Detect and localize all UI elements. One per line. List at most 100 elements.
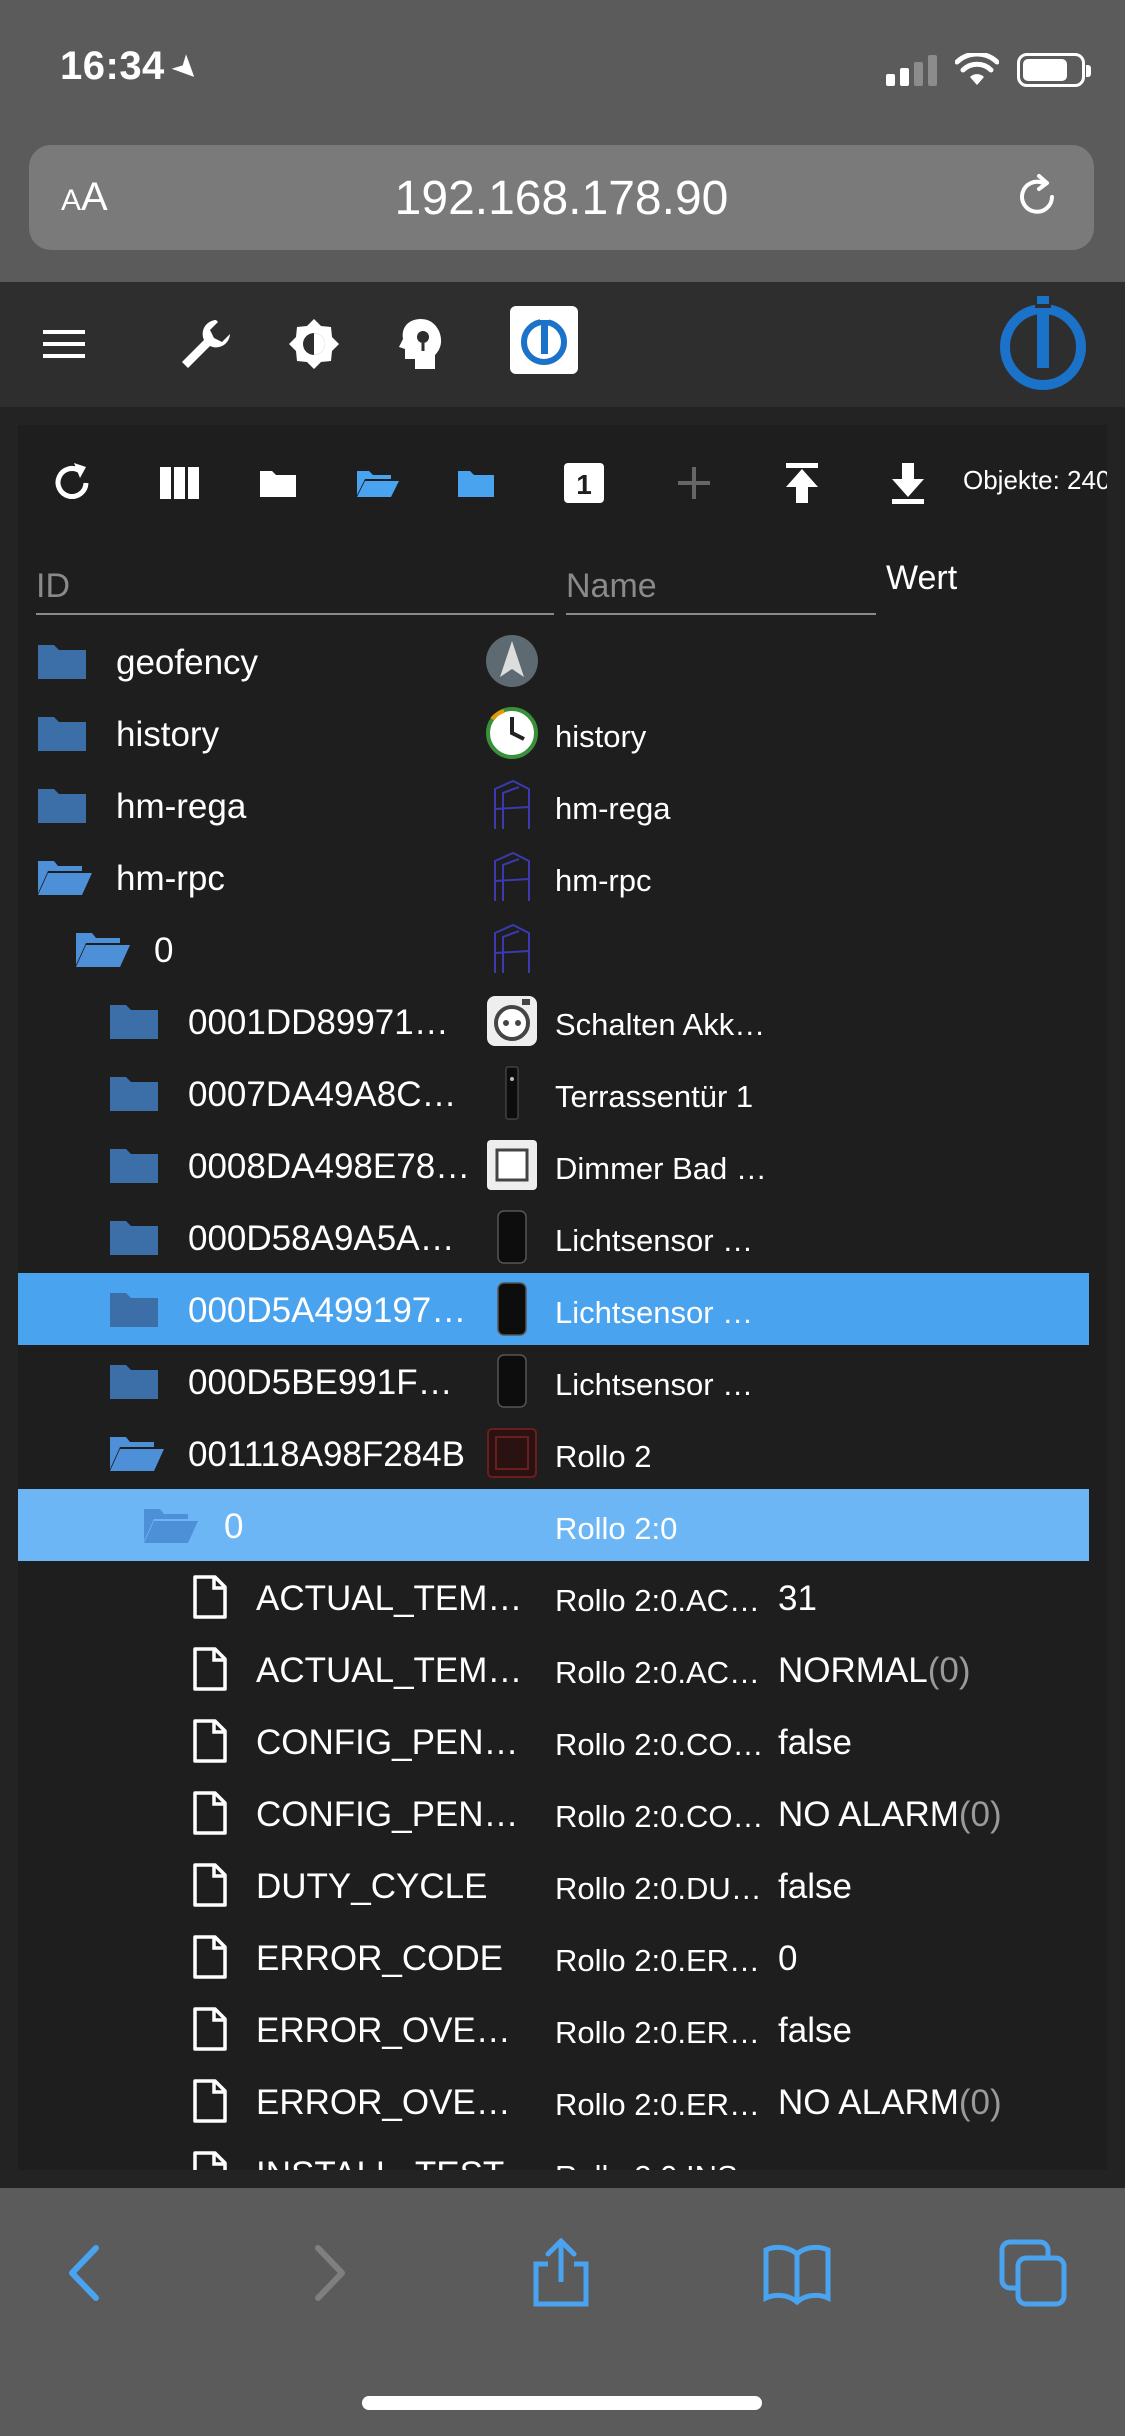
dimmer-icon <box>483 1136 541 1194</box>
expert-mode-icon[interactable] <box>388 312 452 376</box>
object-value[interactable]: false <box>778 1867 852 1907</box>
numbered-view-icon[interactable]: 1 <box>556 455 612 511</box>
folder-icon[interactable] <box>108 1073 160 1113</box>
tree-row[interactable]: 0001DD89971… Schalten Akk… <box>18 985 1089 1057</box>
roller-shutter-icon <box>483 1424 541 1482</box>
tree-row[interactable]: ACTUAL_TEM… Rollo 2:0.AC… NORMAL(0) <box>18 1633 1089 1705</box>
name-filter-input[interactable]: Name <box>566 543 876 615</box>
file-icon <box>192 1791 228 1835</box>
id-filter-input[interactable]: ID <box>36 543 554 615</box>
bookmarks-icon[interactable] <box>762 2238 832 2308</box>
tree-row[interactable]: CONFIG_PEN… Rollo 2:0.CO… false <box>18 1705 1089 1777</box>
tree-row[interactable]: hm-rpc hm-rpc <box>18 841 1089 913</box>
tree-row[interactable]: ERROR_OVE… Rollo 2:0.ER… NO ALARM(0) <box>18 2065 1089 2137</box>
object-value[interactable]: NO ALARM(0) <box>778 2083 1002 2123</box>
tree-row[interactable]: CONFIG_PEN… Rollo 2:0.CO… NO ALARM(0) <box>18 1777 1089 1849</box>
objects-count: Objekte: 240 <box>963 465 1107 495</box>
object-id: ERROR_CODE <box>256 1939 503 1978</box>
folder-open-icon[interactable] <box>350 455 406 511</box>
tree-row[interactable]: geofency <box>18 625 1089 697</box>
folder-open-icon[interactable] <box>74 929 130 969</box>
tree-row[interactable]: INSTALL_TEST Rollo 2:0.INS… <box>18 2137 1089 2170</box>
object-id: ACTUAL_TEM… <box>256 1651 523 1690</box>
share-icon[interactable] <box>526 2238 596 2308</box>
folder-icon[interactable] <box>36 713 88 753</box>
folder-open-icon[interactable] <box>108 1433 164 1473</box>
forward-icon[interactable] <box>292 2238 362 2308</box>
tree-row[interactable]: 000D5A499197… Lichtsensor … <box>18 1273 1089 1345</box>
tree-row[interactable]: history history <box>18 697 1089 769</box>
folder-expand-icon[interactable] <box>448 455 504 511</box>
theme-toggle-icon[interactable] <box>282 312 346 376</box>
tree-row[interactable]: 0008DA498E78… Dimmer Bad … <box>18 1129 1089 1201</box>
object-id: ACTUAL_TEM… <box>256 1579 523 1618</box>
value-text: false <box>778 1723 852 1762</box>
object-name: Rollo 2:0.AC… <box>555 1655 761 1690</box>
object-id: geofency <box>116 643 259 682</box>
object-id: ERROR_OVE… <box>256 2011 511 2050</box>
value-code: (0) <box>958 2083 1002 2122</box>
iobroker-small-logo[interactable] <box>510 306 578 374</box>
filter-row: ID Name Wert <box>18 535 1107 625</box>
object-value[interactable]: 0 <box>778 1939 797 1979</box>
object-name: Lichtsensor … <box>555 1223 754 1258</box>
object-value[interactable]: false <box>778 1723 852 1763</box>
tree-row[interactable]: 000D5BE991F… Lichtsensor … <box>18 1345 1089 1417</box>
door-contact-icon <box>483 1064 541 1122</box>
status-time: 16:34➤ <box>60 44 209 91</box>
object-id: 0 <box>224 1507 244 1546</box>
folder-icon[interactable] <box>108 1289 160 1329</box>
tree-row[interactable]: ERROR_OVE… Rollo 2:0.ER… false <box>18 1993 1089 2065</box>
address-bar[interactable]: AA 192.168.178.90 <box>29 145 1094 250</box>
objects-panel: 1 Objekte: 240 ID Name Wert geofency hist… <box>18 425 1107 2170</box>
refresh-icon[interactable] <box>44 455 100 511</box>
tree-row[interactable]: 001118A98F284B Rollo 2 <box>18 1417 1089 1489</box>
tree-row[interactable]: ACTUAL_TEM… Rollo 2:0.AC… 31 <box>18 1561 1089 1633</box>
iobroker-logo[interactable] <box>996 296 1090 390</box>
folder-icon[interactable] <box>108 1217 160 1257</box>
tree-row[interactable]: 000D58A9A5A… Lichtsensor … <box>18 1201 1089 1273</box>
folder-open-icon[interactable] <box>142 1505 198 1545</box>
object-id: CONFIG_PEN… <box>256 1723 519 1762</box>
object-id: 0008DA498E78… <box>188 1147 471 1186</box>
folder-icon[interactable] <box>250 455 306 511</box>
object-value[interactable]: 31 <box>778 1579 817 1619</box>
reload-icon[interactable] <box>1010 170 1064 224</box>
home-indicator <box>362 2396 762 2410</box>
status-indicators <box>886 50 1091 90</box>
hm-rpc-icon <box>483 848 541 906</box>
tree-row[interactable]: ERROR_CODE Rollo 2:0.ER… 0 <box>18 1921 1089 1993</box>
light-sensor-icon <box>483 1280 541 1338</box>
tree-row[interactable]: hm-rega hm-rega <box>18 769 1089 841</box>
folder-icon[interactable] <box>36 641 88 681</box>
back-icon[interactable] <box>52 2238 122 2308</box>
tree-row[interactable]: DUTY_CYCLE Rollo 2:0.DU… false <box>18 1849 1089 1921</box>
download-icon[interactable] <box>880 455 936 511</box>
location-arrow-icon: ➤ <box>164 45 209 91</box>
upload-icon[interactable] <box>774 455 830 511</box>
object-name: Rollo 2 <box>555 1439 652 1474</box>
columns-icon[interactable] <box>152 455 208 511</box>
object-name: history <box>555 719 647 754</box>
tree-row[interactable]: 0007DA49A8C… Terrassentür 1 <box>18 1057 1089 1129</box>
object-value[interactable]: NORMAL(0) <box>778 1651 971 1691</box>
folder-icon[interactable] <box>108 1361 160 1401</box>
folder-icon[interactable] <box>108 1145 160 1185</box>
tree-row[interactable]: 0 <box>18 913 1089 985</box>
add-icon[interactable] <box>666 455 722 511</box>
object-id: 000D5A499197… <box>188 1291 467 1330</box>
file-icon <box>192 1719 228 1763</box>
object-value[interactable]: false <box>778 2011 852 2051</box>
object-name: Rollo 2:0.CO… <box>555 1727 764 1762</box>
url-text[interactable]: 192.168.178.90 <box>29 171 1094 226</box>
folder-icon[interactable] <box>108 1001 160 1041</box>
tree-row[interactable]: 0 Rollo 2:0 <box>18 1489 1089 1561</box>
object-name: Dimmer Bad … <box>555 1151 767 1186</box>
battery-icon <box>1017 53 1091 87</box>
wrench-icon[interactable] <box>174 312 238 376</box>
tabs-icon[interactable] <box>998 2238 1068 2308</box>
object-value[interactable]: NO ALARM(0) <box>778 1795 1002 1835</box>
menu-icon[interactable] <box>32 312 96 376</box>
folder-icon[interactable] <box>36 785 88 825</box>
folder-open-icon[interactable] <box>36 857 92 897</box>
